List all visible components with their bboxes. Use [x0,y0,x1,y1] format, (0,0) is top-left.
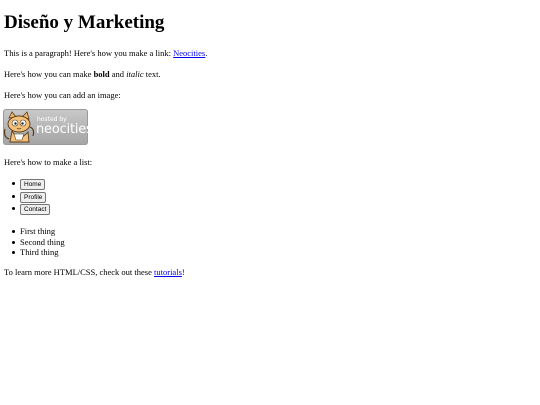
tutorials-text: To learn more HTML/CSS, check out these [4,267,155,277]
tutorials-paragraph: To learn more HTML/CSS, check out these … [4,267,185,278]
tutorials-end: ! [181,267,185,277]
nav-button-list: Home Profile Contact [12,178,51,216]
formatting-and: and [109,69,127,79]
neocities-link[interactable]: Neocities [173,48,205,58]
contact-button[interactable]: Contact [20,204,51,215]
list-item: Third thing [12,247,65,258]
list-item: First thing [12,226,65,237]
neocities-cat-icon [3,111,35,143]
intro-paragraph: This is a paragraph! Here's how you make… [4,48,207,59]
list-item: Profile [12,191,50,204]
list-item: Second thing [12,237,65,248]
profile-button[interactable]: Profile [20,191,47,203]
bullet-list: First thing Second thing Third thing [12,226,65,258]
bold-text: bold [93,69,110,79]
intro-period: . [205,48,208,58]
formatting-end: text. [143,69,161,79]
list-item: Contact [12,203,51,216]
image-paragraph: Here's how you can add an image: [4,90,121,100]
italic-text: italic [126,69,144,79]
page-title: Diseño y Marketing [4,12,165,33]
formatting-paragraph: Here's how you can make bold and italic … [4,69,161,80]
hosted-by-neocities-image[interactable]: hosted by neocities [3,109,93,145]
formatting-text: Here's how you can make [4,69,94,79]
home-button[interactable]: Home [20,179,46,190]
page-body: Diseño y Marketing This is a paragraph! … [0,0,540,405]
tutorials-link[interactable]: tutorials [154,267,182,277]
intro-text: This is a paragraph! Here's how you make… [4,48,174,58]
list-item: Home [12,178,50,191]
badge-neocities-text: neocities [36,122,93,137]
list-paragraph: Here's how to make a list: [4,157,93,167]
